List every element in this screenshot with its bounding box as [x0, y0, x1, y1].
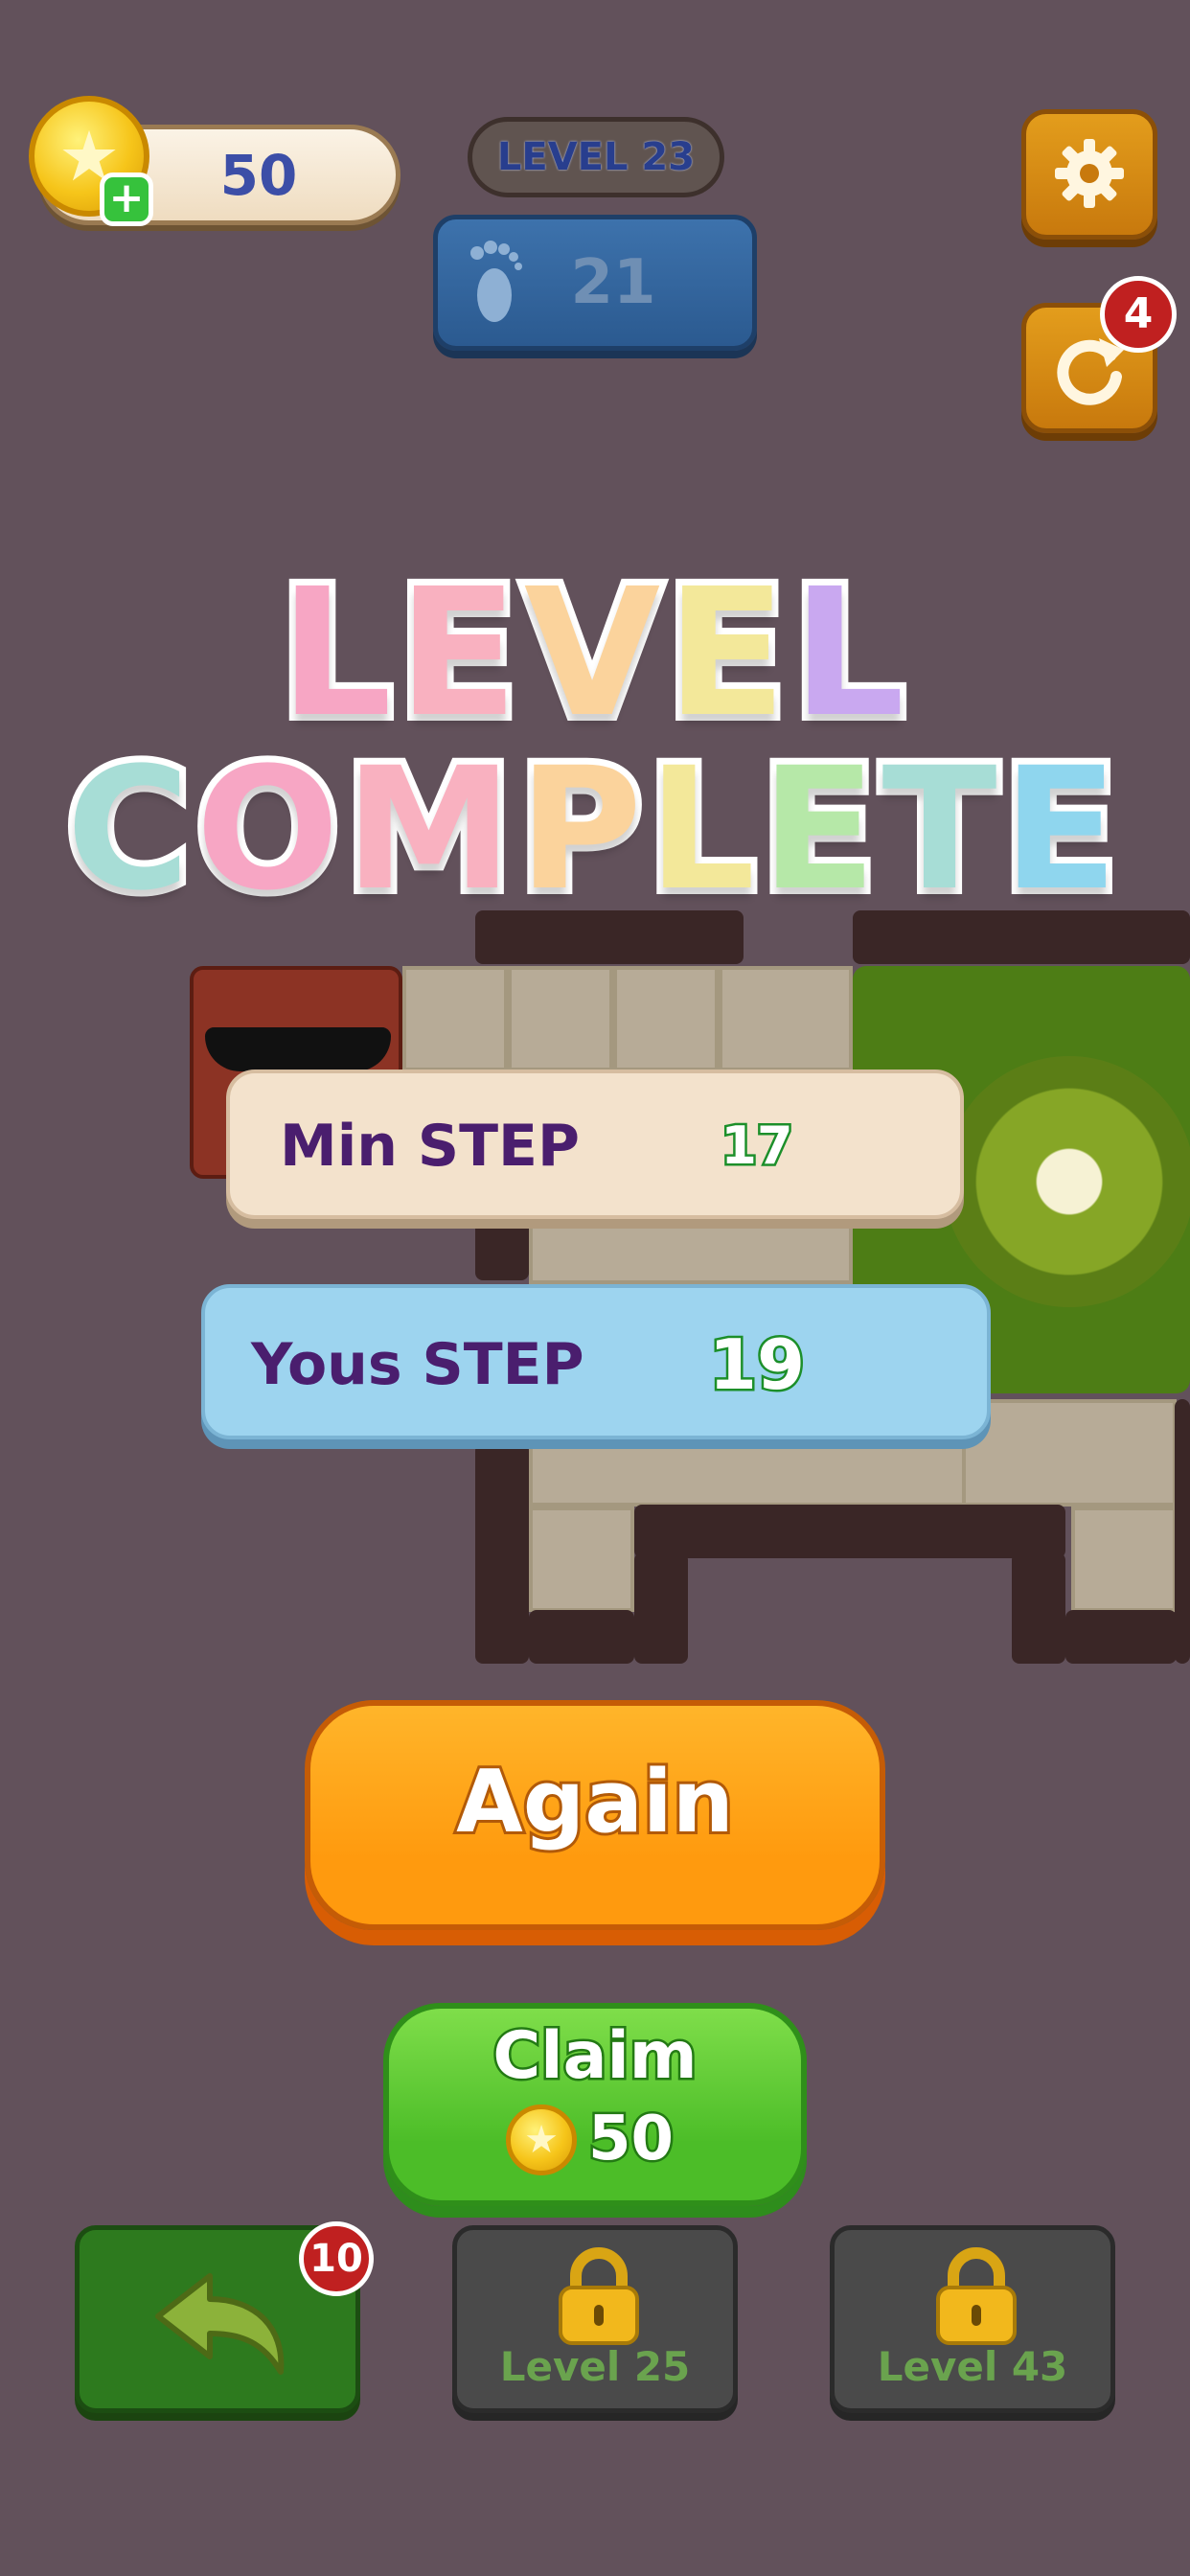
board-tile [719, 966, 853, 1071]
title-letter: L [273, 551, 399, 756]
title-letter: C [59, 727, 196, 932]
locked-level-label-2: Level 43 [877, 2343, 1068, 2390]
board-wall [634, 1552, 688, 1664]
title-letter: T [876, 727, 1004, 932]
min-step-label: Min STEP [280, 1113, 580, 1180]
board-wall [529, 1610, 634, 1664]
title-letter: V [517, 551, 667, 756]
board-wall [1175, 1399, 1190, 1664]
board-tile [529, 1217, 853, 1284]
coin-balance: 50 [219, 143, 298, 208]
your-step-label: Yous STEP [251, 1331, 584, 1398]
title-letter: P [512, 727, 649, 932]
star-coin-icon: ★ [506, 2104, 577, 2175]
title-level: LEVEL [0, 551, 1190, 756]
title-letter: L [641, 727, 762, 932]
lock-icon [936, 2247, 1017, 2345]
title-letter: O [189, 727, 346, 932]
lock-icon [559, 2247, 639, 2345]
board-tile [508, 966, 613, 1071]
your-step-value: 19 [706, 1322, 807, 1408]
title-letter: E [391, 551, 525, 756]
again-button-label: Again [453, 1749, 737, 1855]
board-tile [529, 1506, 634, 1612]
locked-level-label-1: Level 25 [499, 2343, 691, 2390]
kiwi-icon [944, 1056, 1190, 1307]
title-complete: COMPLETE [0, 727, 1190, 932]
steps-count: 21 [570, 247, 656, 318]
min-step-value: 17 [719, 1114, 795, 1179]
board-tile [1071, 1506, 1177, 1612]
settings-button[interactable] [1021, 109, 1157, 240]
board-wall [475, 1219, 529, 1280]
claim-amount: 50 [586, 2102, 676, 2177]
gear-icon [1055, 139, 1124, 208]
board-tile [613, 966, 719, 1071]
restart-count-badge: 4 [1100, 276, 1177, 353]
board-wall [634, 1505, 1065, 1558]
board-wall [475, 1443, 529, 1664]
title-letter: L [786, 551, 911, 756]
title-letter: E [996, 727, 1125, 932]
board-tile [402, 966, 508, 1071]
undo-count-badge: 10 [299, 2221, 374, 2296]
claim-button-label: Claim [491, 2016, 699, 2097]
footprint-icon [470, 241, 522, 322]
board-tile [962, 1399, 1177, 1506]
board-wall [1065, 1610, 1177, 1664]
undo-arrow-icon [155, 2273, 285, 2375]
title-text-complete: COMPLETE [59, 727, 1125, 932]
title-letter: M [338, 727, 519, 932]
title-text-level: LEVEL [273, 551, 911, 756]
add-coins-button[interactable]: + [100, 172, 153, 226]
sunglasses-icon [205, 1027, 391, 1071]
board-wall [1012, 1552, 1065, 1664]
title-letter: E [659, 551, 793, 756]
level-indicator: LEVEL 23 [468, 117, 724, 197]
title-letter: E [754, 727, 882, 932]
